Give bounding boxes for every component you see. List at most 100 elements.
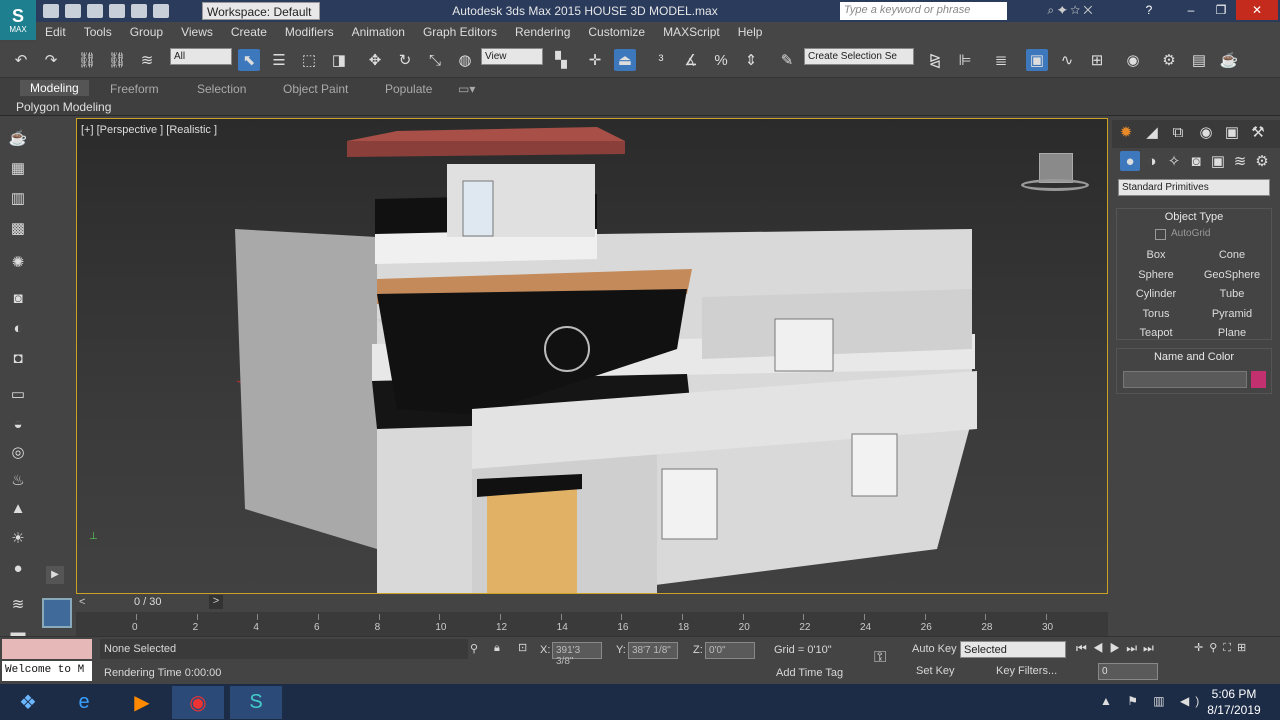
layer-explorer-icon[interactable]: ≣: [990, 49, 1012, 71]
hair-icon[interactable]: ≋: [8, 594, 28, 614]
menu-group[interactable]: Group: [121, 22, 172, 39]
app-menu-button[interactable]: S MAX: [0, 0, 36, 40]
geometry-icon[interactable]: ●: [1120, 151, 1140, 171]
helpers-icon[interactable]: ▣: [1208, 151, 1228, 171]
selection-filter-dropdown[interactable]: All: [170, 48, 232, 65]
scene-explorer-icon[interactable]: ▣: [1026, 49, 1048, 71]
cone-button[interactable]: Cone: [1197, 247, 1267, 264]
mini-listener-icon[interactable]: [42, 598, 72, 628]
system-tray-icons[interactable]: ▲ ⚑ ▥ ◀): [1100, 694, 1205, 708]
menu-graph-editors[interactable]: Graph Editors: [414, 22, 506, 39]
shapes-icon[interactable]: ◑: [1142, 151, 1162, 171]
maxscript-output[interactable]: Welcome to M: [2, 661, 92, 681]
align-icon[interactable]: ⊫: [954, 49, 976, 71]
tube-button[interactable]: Tube: [1197, 286, 1267, 303]
snaps-toggle-icon[interactable]: ³: [650, 49, 672, 71]
playback-controls[interactable]: ⏮◀▶⏭⏭: [1076, 641, 1160, 656]
isolate-selection-icon[interactable]: ⚲: [470, 642, 478, 655]
name-and-color-title[interactable]: Name and Color: [1117, 349, 1271, 363]
schematic-view-icon[interactable]: ⊞: [1086, 49, 1108, 71]
render-setup-icon[interactable]: ⚙: [1158, 49, 1180, 71]
torus-icon[interactable]: ◎: [8, 442, 28, 462]
sphere-icon[interactable]: ◒: [8, 414, 28, 434]
current-frame-input[interactable]: 0: [1098, 663, 1158, 680]
camera-icon[interactable]: ◙: [8, 288, 28, 308]
select-by-name-icon[interactable]: ☰: [268, 49, 290, 71]
set-key-button[interactable]: Set Key: [916, 665, 955, 677]
chrome-icon[interactable]: ◉: [172, 686, 224, 719]
cylinder-button[interactable]: Cylinder: [1121, 286, 1191, 303]
menu-edit[interactable]: Edit: [36, 22, 75, 39]
house-3d-model[interactable]: [77, 119, 1108, 594]
absolute-transform-icon[interactable]: ⊡: [518, 641, 527, 654]
teapot-primitive-icon[interactable]: ♨: [8, 470, 28, 490]
systems-icon[interactable]: ⚙: [1252, 151, 1272, 171]
hierarchy-tab-icon[interactable]: ⧉: [1168, 122, 1188, 142]
x-coordinate-input[interactable]: 391'3 3/8": [552, 642, 602, 667]
polygon-modeling-label[interactable]: Polygon Modeling: [16, 100, 111, 114]
image-icon[interactable]: ▦: [8, 158, 28, 178]
redo-icon[interactable]: [131, 4, 147, 18]
tab-freeform[interactable]: Freeform: [110, 82, 159, 96]
reference-coordinate-dropdown[interactable]: View: [481, 48, 543, 65]
cone-icon[interactable]: ▲: [8, 498, 28, 518]
redo-icon[interactable]: ↷: [40, 49, 62, 71]
menu-customize[interactable]: Customize: [579, 22, 654, 39]
geosphere-button[interactable]: GeoSphere: [1197, 267, 1267, 284]
render-production-icon[interactable]: ☕: [1218, 49, 1240, 71]
tab-selection[interactable]: Selection: [197, 82, 246, 96]
mirror-icon[interactable]: ⧎: [924, 49, 946, 71]
key-mode-dropdown[interactable]: Selected: [960, 641, 1066, 658]
tab-modeling[interactable]: Modeling: [20, 80, 89, 96]
clock-time[interactable]: 5:06 PM: [1204, 687, 1264, 701]
menu-help[interactable]: Help: [729, 22, 772, 39]
autogrid-checkbox[interactable]: AutoGrid: [1171, 228, 1210, 239]
object-type-title[interactable]: Object Type: [1117, 209, 1271, 223]
unlink-icon[interactable]: ⛓: [106, 49, 128, 71]
keyboard-shortcut-override-icon[interactable]: ⏏: [614, 49, 636, 71]
box-button[interactable]: Box: [1121, 247, 1191, 264]
media-player-icon[interactable]: ▶: [116, 686, 168, 719]
select-and-rotate-icon[interactable]: ↻: [394, 49, 416, 71]
create-tab-icon[interactable]: ✹: [1116, 122, 1136, 142]
undo-icon[interactable]: [109, 4, 125, 18]
next-frame-icon[interactable]: >: [209, 595, 223, 609]
internet-explorer-icon[interactable]: e: [58, 686, 110, 719]
key-filters-button[interactable]: Key Filters...: [996, 665, 1057, 677]
edit-named-selection-icon[interactable]: ✎: [776, 49, 798, 71]
set-key-icon[interactable]: ⚿: [874, 649, 886, 667]
viewcube-icon[interactable]: [1021, 149, 1089, 197]
lights-icon[interactable]: ✧: [1164, 151, 1184, 171]
close-icon[interactable]: ✕: [1236, 0, 1278, 20]
utilities-tab-icon[interactable]: ⚒: [1248, 122, 1268, 142]
sphere-button[interactable]: Sphere: [1121, 267, 1191, 284]
restore-icon[interactable]: ❐: [1206, 0, 1236, 20]
auto-key-button[interactable]: Auto Key: [912, 643, 957, 655]
track-bar[interactable]: 0 2 4 6 8 10 12 14 16 18 20 22 24 26 28 30: [76, 612, 1108, 636]
select-object-icon[interactable]: ⬉: [238, 49, 260, 71]
video-camera-icon[interactable]: ◘: [8, 348, 28, 368]
select-and-place-icon[interactable]: ◍: [454, 49, 476, 71]
pyramid-button[interactable]: Pyramid: [1197, 306, 1267, 323]
selection-lock-icon[interactable]: 🔒︎: [494, 642, 500, 655]
manipulate-icon[interactable]: ✛: [584, 49, 606, 71]
calculator-icon[interactable]: ▩: [8, 218, 28, 238]
window-crossing-icon[interactable]: ◨: [328, 49, 350, 71]
bind-space-warp-icon[interactable]: ≋: [136, 49, 158, 71]
add-time-tag[interactable]: Add Time Tag: [776, 667, 843, 679]
infocenter-icons[interactable]: ⌕ ✦ ☆ ✕: [1010, 0, 1130, 20]
document-icon[interactable]: ▥: [8, 188, 28, 208]
menu-animation[interactable]: Animation: [343, 22, 414, 39]
workspace-dropdown[interactable]: Workspace: Default: [202, 2, 320, 20]
search-input[interactable]: Type a keyword or phrase: [840, 2, 1007, 20]
menu-maxscript[interactable]: MAXScript: [654, 22, 729, 39]
3ds-max-taskbar-icon[interactable]: S: [230, 686, 282, 719]
ribbon-options-icon[interactable]: ▭▾: [458, 82, 475, 96]
tab-populate[interactable]: Populate: [385, 82, 432, 96]
object-color-swatch[interactable]: [1251, 371, 1266, 388]
prev-frame-icon[interactable]: <: [79, 596, 85, 608]
plane-button[interactable]: Plane: [1197, 325, 1267, 342]
time-slider[interactable]: < 0 / 30 >: [76, 594, 1108, 612]
sun-icon[interactable]: ☀: [8, 528, 28, 548]
rectangular-selection-icon[interactable]: ⬚: [298, 49, 320, 71]
